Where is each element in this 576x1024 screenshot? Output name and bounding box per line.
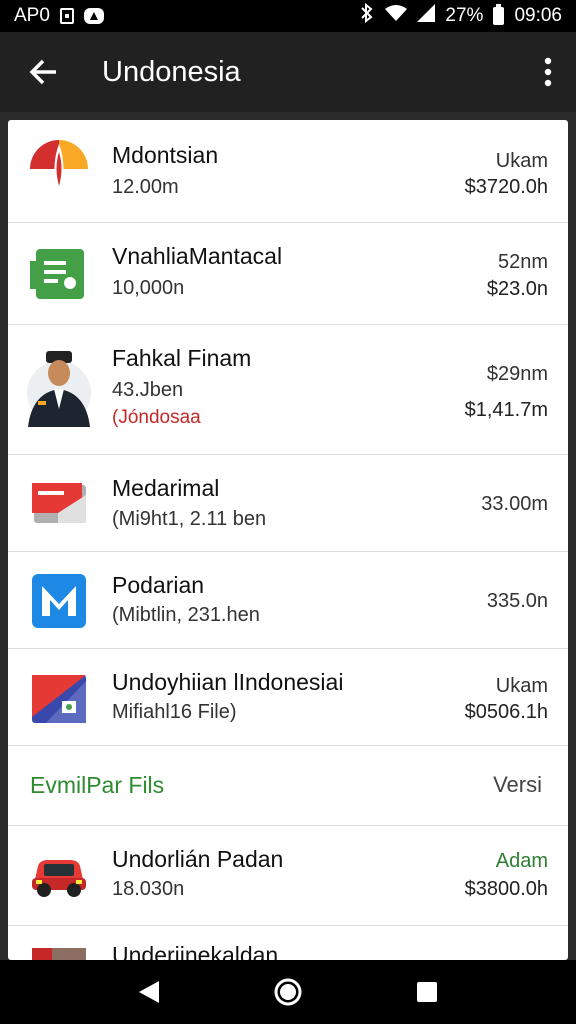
clock: 09:06 bbox=[514, 5, 562, 26]
blue-mail-icon bbox=[32, 574, 86, 628]
list-item[interactable]: Underiinekaldan bbox=[8, 926, 568, 960]
square-recents-icon bbox=[416, 982, 437, 1002]
item-status: Adam bbox=[495, 850, 548, 872]
list-item[interactable]: VnahliaMantacal 10,000n 52nm $23.0n bbox=[8, 223, 568, 325]
item-subtitle: 12.00m bbox=[112, 176, 179, 198]
item-price: $3720.0h bbox=[464, 176, 548, 198]
arrow-back-icon bbox=[29, 59, 56, 85]
item-status: 52nm bbox=[497, 251, 548, 273]
app-bar: Undonesia bbox=[0, 32, 576, 112]
list-item[interactable]: Undorlián Padan 18.030n Adam $3800.0h bbox=[8, 826, 568, 926]
item-name: Mdontsian bbox=[112, 142, 219, 168]
thumbnail-image-icon bbox=[32, 948, 86, 960]
item-price: $0506.1h bbox=[464, 701, 548, 723]
section-action-button[interactable]: Versi bbox=[493, 772, 542, 798]
item-price: $3800.0h bbox=[464, 878, 548, 900]
item-name: Fahkal Finam bbox=[112, 345, 252, 371]
carrier-text: AP0 bbox=[14, 5, 50, 26]
signal-icon bbox=[417, 4, 436, 28]
list-item[interactable]: Fahkal Finam 43.Jben (Jóndosaa $29nm $1,… bbox=[8, 325, 568, 455]
item-price: $1,41.7m bbox=[464, 399, 548, 421]
item-price: $23.0n bbox=[486, 278, 548, 300]
item-subtitle: 18.030n bbox=[112, 878, 185, 900]
item-name: Podarian bbox=[112, 572, 205, 598]
item-note: (Jóndosaa bbox=[112, 407, 201, 428]
item-name: Undorlián Padan bbox=[112, 846, 284, 872]
item-subtitle: Mifiahl16 File) bbox=[112, 701, 237, 723]
navigation-bar bbox=[0, 960, 576, 1024]
item-name: Medarimal bbox=[112, 475, 220, 501]
more-vert-icon bbox=[544, 57, 552, 87]
back-button[interactable] bbox=[0, 32, 86, 112]
list-item[interactable]: Undoyhiian lIndonesiai Mifiahl16 File) U… bbox=[8, 649, 568, 746]
item-name: Undoyhiian lIndonesiai bbox=[112, 669, 344, 695]
item-subtitle: 10,000n bbox=[112, 277, 185, 299]
page-title: Undonesia bbox=[102, 55, 241, 88]
item-subtitle: (Mibtlin, 231.hen bbox=[112, 604, 260, 626]
list-item[interactable]: Medarimal (Mi9ht1, 2.11 ben 33.00m bbox=[8, 455, 568, 552]
item-status: Ukam bbox=[495, 675, 548, 697]
person-avatar bbox=[27, 351, 91, 427]
overflow-menu-button[interactable] bbox=[520, 32, 576, 112]
wifi-icon bbox=[385, 4, 408, 28]
item-subtitle: (Mi9ht1, 2.11 ben bbox=[112, 508, 267, 530]
section-title: EvmilPar Fils bbox=[30, 772, 165, 798]
battery-percent: 27% bbox=[445, 5, 484, 26]
green-document-icon bbox=[30, 249, 84, 299]
item-status: 335.0n bbox=[486, 590, 548, 612]
nav-recents-button[interactable] bbox=[407, 972, 447, 1012]
status-bar: AP0 27% 09:06 bbox=[0, 0, 576, 32]
battery-icon bbox=[493, 4, 505, 25]
red-card-icon bbox=[32, 483, 86, 523]
list-item[interactable]: Podarian (Mibtlin, 231.hen 335.0n bbox=[8, 552, 568, 649]
list-item[interactable]: Mdontsian 12.00m Ukam $3720.0h bbox=[8, 120, 568, 223]
section-header: EvmilPar Fils Versi bbox=[8, 746, 568, 826]
list-card: Mdontsian 12.00m Ukam $3720.0h VnahliaMa… bbox=[8, 120, 568, 960]
folder-file-icon bbox=[32, 675, 86, 723]
item-name: Underiinekaldan bbox=[112, 942, 279, 960]
cloud-upload-icon bbox=[83, 8, 104, 24]
red-flame-logo-icon bbox=[29, 139, 89, 199]
triangle-back-icon bbox=[139, 981, 160, 1003]
bluetooth-icon bbox=[359, 2, 375, 29]
sim-card-icon bbox=[59, 8, 74, 24]
item-status: $29nm bbox=[486, 363, 548, 385]
red-car-icon bbox=[32, 860, 86, 897]
nav-back-button[interactable] bbox=[129, 972, 169, 1012]
item-status: Ukam bbox=[495, 150, 548, 172]
circle-home-icon bbox=[274, 978, 302, 1006]
item-subtitle: 43.Jben bbox=[112, 379, 184, 401]
item-status: 33.00m bbox=[481, 493, 548, 515]
nav-home-button[interactable] bbox=[268, 972, 308, 1012]
item-name: VnahliaMantacal bbox=[112, 243, 283, 269]
